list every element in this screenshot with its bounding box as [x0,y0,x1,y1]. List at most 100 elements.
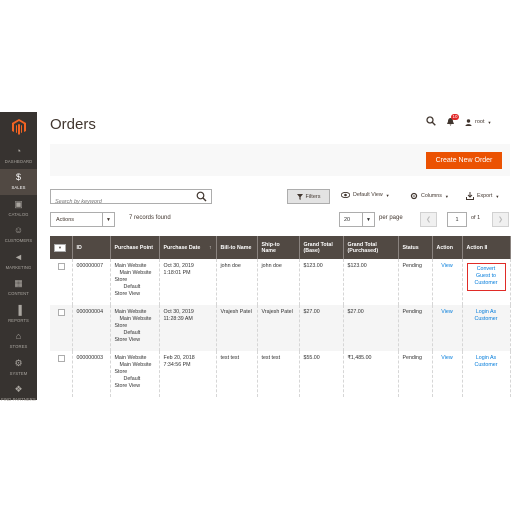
sidebar-item-stores[interactable]: ⌂ Stores [0,328,37,355]
view-link[interactable]: View [441,355,452,361]
chevron-down-icon: ▼ [495,193,500,199]
convert-guest-to-customer-link[interactable]: Convert Guest to Customer [466,263,506,291]
sidebar-item-catalog[interactable]: ▣ Catalog [0,195,37,222]
sidebar-item-sales[interactable]: $ Sales [0,168,37,195]
table-row: 000000004 Main Website Main Website Store De… [50,305,511,351]
column-header: Action [432,236,463,259]
view-link[interactable]: View [441,263,452,269]
cube-icon: ▣ [14,198,23,209]
column-header[interactable]: Status [398,236,433,259]
actions-label: Actions [56,216,75,223]
purchase-point-line: Store [114,277,128,283]
chevron-down-icon: ▼ [487,119,492,125]
sidebar-item-label: Content [8,291,29,297]
grand-total-purchased: $27.00 [343,305,399,351]
column-header[interactable]: Grand Total (Purchased) [343,236,399,259]
purchase-date-day: Oct 30, 2019 [163,263,194,269]
mass-actions-select[interactable]: Actions ▼ [50,212,115,227]
purchase-date-day: Oct 30, 2019 [163,309,194,315]
row-select-cell [50,305,73,351]
sort-arrow-icon: ↑ [209,244,212,251]
view-switcher[interactable]: Default View ▼ [341,192,390,198]
next-page-button[interactable]: ❯ [492,212,509,227]
action-ii-cell: Convert Guest to Customer [462,259,511,305]
grand-total-base: $27.00 [299,305,344,351]
ship-to-name: Vrajesh Patel [257,305,300,351]
login-as-customer-link[interactable]: Login As Customer [467,355,506,369]
sidebar-item-system[interactable]: ⚙ System [0,354,37,381]
grand-total-base: $123.00 [299,259,344,305]
dashboard-icon: ◔ [15,145,22,156]
store-icon: ⌂ [15,331,22,342]
purchase-point: Main Website Main Website Store Default Stor… [110,305,160,351]
notifications-bell-icon[interactable]: 10 [446,113,460,128]
page-actions-bar: Create New Order [50,144,510,176]
magento-logo[interactable] [0,112,37,142]
purchase-point-line: Main Website [119,362,152,368]
row-checkbox[interactable] [58,309,65,316]
purchase-date-time: 7:34:56 PM [163,362,191,368]
column-header[interactable]: ID [72,236,111,259]
per-page-value: 20 [344,216,351,223]
sidebar-item-label: Stores [9,344,28,350]
column-header[interactable]: Purchase Point [110,236,160,259]
sidebar-item-marketing[interactable]: ◄ Marketing [0,248,37,275]
column-header[interactable]: Grand Total (Base) [299,236,344,259]
header-actions: 10 root ▼ [426,113,492,128]
column-header[interactable]: Purchase Date ↑ [159,236,217,259]
page-number-input[interactable]: 1 [447,212,467,227]
sidebar-item-customers[interactable]: ☺ Customers [0,222,37,249]
bar-chart-icon: ▐ [15,304,22,315]
chevron-down-icon: ▼ [102,213,114,226]
page-title: Orders [50,116,96,133]
purchase-point: Main Website Main Website Store Default Stor… [110,351,160,397]
bill-to-name: Vrajesh Patel [216,305,258,351]
global-search-icon[interactable] [426,116,436,128]
column-header-label: Purchase Date [163,244,201,251]
purchase-point-line: Main Website [114,263,147,269]
filters-button[interactable]: Filters [287,189,330,204]
export-control[interactable]: Export ▼ [466,192,499,200]
purchase-date: Oct 30, 2019 11:28:39 AM [159,305,217,351]
sidebar-item-label: Reports [8,317,29,323]
per-page-select[interactable]: 20 ▼ [339,212,375,227]
purchase-point-line: Store [114,323,128,329]
sidebar-item-label: Marketing [5,264,32,270]
action-ii-cell: Login As Customer [462,351,511,397]
user-name: root [475,119,485,125]
megaphone-icon: ◄ [14,251,23,262]
login-as-customer-link[interactable]: Login As Customer [467,309,506,323]
purchase-date: Oct 30, 2019 1:18:01 PM [159,259,217,305]
row-checkbox[interactable] [58,355,65,362]
mass-select-header[interactable]: ▼ [50,236,73,259]
row-checkbox[interactable] [58,263,65,270]
previous-page-button[interactable]: ❮ [420,212,437,227]
search-icon[interactable] [196,191,207,202]
user-menu[interactable]: root ▼ [465,118,492,126]
sidebar-item-find-partners[interactable]: ❖ Find Partners [0,381,37,408]
sidebar-item-reports[interactable]: ▐ Reports [0,301,37,328]
column-header[interactable]: Ship-to Name [257,236,300,259]
columns-control[interactable]: Columns ▼ [410,192,449,200]
sidebar-item-dashboard[interactable]: ◔ Dashboard [0,142,37,169]
search-input[interactable] [51,195,191,209]
bill-to-name: test test [216,351,258,397]
sidebar-item-content[interactable]: ▦ Content [0,275,37,302]
dollar-icon: $ [15,172,21,183]
grand-total-purchased: $123.00 [343,259,399,305]
mass-select-checkbox[interactable]: ▼ [54,243,66,252]
export-label: Export [477,193,493,199]
order-id: 000000004 [72,305,111,351]
person-icon: ☺ [13,225,24,236]
purchase-point-line: Default [123,330,141,336]
keyword-search [50,189,212,209]
purchase-point-line: Default [123,284,141,290]
caret-down-icon: ▼ [58,245,62,250]
view-link[interactable]: View [441,309,452,315]
column-header[interactable]: Bill-to Name [216,236,258,259]
user-icon [465,118,472,126]
create-new-order-button[interactable]: Create New Order [426,152,502,169]
table-header-row: ▼ ID Purchase Point Purchase Date ↑ Bill… [50,236,511,259]
order-status: Pending [398,305,433,351]
purchase-point-line: Main Website [119,270,152,276]
